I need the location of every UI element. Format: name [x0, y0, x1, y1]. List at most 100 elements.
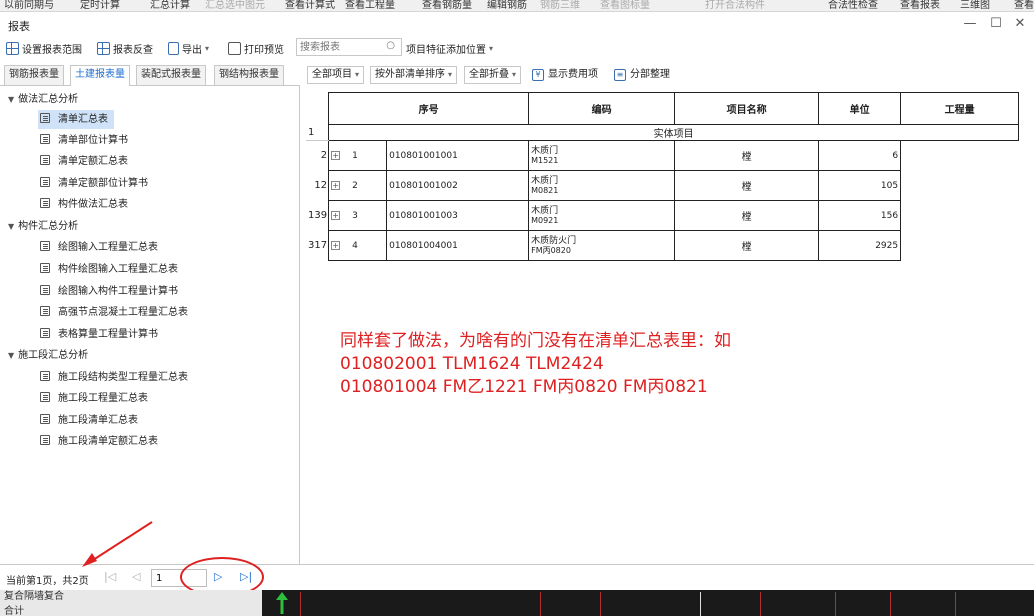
table-row[interactable]: 139 +3 010801001003 木质门 M0921 樘 156 [306, 200, 1019, 231]
expand-icon[interactable]: + [331, 240, 341, 250]
seq-cell: 1 [352, 150, 358, 161]
tree-item[interactable]: 表格算量工程量计算书 [38, 325, 164, 344]
name-cell: 木质防火门 FM丙0820 [528, 230, 676, 261]
tree-item-label: 绘图输入工程量汇总表 [58, 242, 158, 253]
report-icon [40, 328, 50, 338]
toolbar-item[interactable]: 查看工程量 [345, 0, 395, 11]
tree-item[interactable]: 清单部位计算书 [38, 131, 134, 150]
search-icon[interactable]: ○ [386, 40, 395, 51]
tree-item-label: 清单汇总表 [58, 114, 108, 125]
toolbar-item[interactable]: 查看 [1014, 0, 1034, 11]
tree-item-label: 清单定额汇总表 [58, 156, 128, 167]
tree-item[interactable]: 施工段工程量汇总表 [38, 389, 154, 408]
toolbar-item[interactable]: 合法性检查 [828, 0, 878, 11]
expand-cell[interactable]: +1 [328, 140, 387, 171]
report-search: ○ [296, 38, 402, 56]
minimize-icon[interactable]: — [960, 15, 980, 33]
search-input[interactable] [297, 39, 381, 55]
tree-item[interactable]: 绘图输入工程量汇总表 [38, 238, 164, 257]
show-fee-button[interactable]: ¥ 显示费用项 [532, 66, 598, 84]
report-tree: ▼ 做法汇总分析 清单汇总表 清单部位计算书 清单定额汇总表 清单定额部位计算书 … [0, 86, 300, 564]
tree-item[interactable]: 施工段清单汇总表 [38, 411, 144, 430]
toolbar-item[interactable]: 汇总选中图元 [205, 0, 265, 11]
tree-group-section-summary[interactable]: ▼ 施工段汇总分析 [8, 346, 88, 365]
group-label: 施工段汇总分析 [18, 350, 89, 361]
all-items-dropdown[interactable]: 全部项目 ▾ [307, 66, 365, 84]
table-icon [97, 41, 110, 55]
expand-icon[interactable]: + [331, 150, 341, 160]
tree-group-component-summary[interactable]: ▼ 构件汇总分析 [8, 217, 78, 236]
report-filter-bar: 全部项目 ▾ 按外部清单排序 ▾ 全部折叠 ▾ ¥ 显示费用项 ≡ 分部整理 [302, 62, 1034, 86]
split-org-button[interactable]: ≡ 分部整理 [614, 66, 670, 84]
app-toolbar-strip: 以前同期与 定时计算 汇总计算 汇总选中图元 查看计算式 查看工程量 查看钢筋量… [0, 0, 1034, 12]
print-preview-label: 打印预览 [244, 44, 284, 56]
chevron-down-icon: ▾ [448, 70, 453, 79]
tree-item[interactable]: 高强节点混凝土工程量汇总表 [38, 303, 194, 322]
sort-dropdown[interactable]: 按外部清单排序 ▾ [370, 66, 458, 84]
tree-item[interactable]: 绘图输入构件工程量计算书 [38, 282, 184, 301]
fold-dropdown[interactable]: 全部折叠 ▾ [464, 66, 522, 84]
report-icon [40, 435, 50, 445]
report-view: 序号 编码 项目名称 单位 工程量 1 实体项目 2 +1 0108010010… [302, 86, 1034, 564]
name-cell: 木质门 M0921 [528, 200, 676, 231]
tree-item-label: 高强节点混凝土工程量汇总表 [58, 307, 188, 318]
window-title: 报表 [8, 20, 30, 33]
tree-item[interactable]: 清单定额汇总表 [38, 152, 134, 171]
toolbar-item[interactable]: 查看报表 [900, 0, 940, 11]
tab-rebar-report[interactable]: 钢筋报表量 [4, 65, 64, 85]
tree-item-label: 施工段清单汇总表 [58, 415, 138, 426]
table-row[interactable]: 12 +2 010801001002 木质门 M0821 樘 105 [306, 170, 1019, 201]
toolbar-item[interactable]: 钢筋三维 [540, 0, 580, 11]
report-icon [40, 414, 50, 424]
row-number: 139 [306, 200, 330, 231]
set-range-label: 设置报表范围 [22, 44, 82, 56]
dropdown-label: 按外部清单排序 [375, 69, 445, 80]
set-range-button[interactable]: 设置报表范围 [6, 40, 82, 56]
chevron-down-icon: ▾ [489, 43, 494, 53]
first-page-icon[interactable]: |◁ [104, 570, 116, 583]
tree-item[interactable]: 构件做法汇总表 [38, 195, 134, 214]
fee-icon: ¥ [532, 69, 544, 81]
toolbar-item[interactable]: 打开合法构件 [705, 0, 765, 11]
expand-cell[interactable]: +4 [328, 230, 387, 261]
export-button[interactable]: 导出 ▾ [168, 40, 209, 56]
print-preview-button[interactable]: 打印预览 [228, 40, 284, 56]
report-check-label: 报表反查 [113, 44, 153, 56]
report-check-button[interactable]: 报表反查 [97, 40, 153, 56]
prev-page-icon[interactable]: ◁ [132, 570, 140, 583]
feature-position-label: 项目特征添加位置 [406, 44, 486, 56]
grid-line [540, 592, 541, 616]
close-icon[interactable]: ✕ [1010, 15, 1030, 33]
button-label: 显示费用项 [548, 69, 598, 80]
toolbar-item[interactable]: 查看钢筋量 [422, 0, 472, 11]
tab-steel-report[interactable]: 钢结构报表量 [214, 65, 284, 85]
tree-item-bill-summary[interactable]: 清单汇总表 [38, 110, 114, 129]
maximize-icon[interactable]: ☐ [986, 15, 1006, 33]
toolbar-item[interactable]: 汇总计算 [150, 0, 190, 11]
tree-item[interactable]: 施工段结构类型工程量汇总表 [38, 368, 194, 387]
unit-cell: 樘 [674, 140, 820, 171]
report-icon [40, 263, 50, 273]
toolbar-item[interactable]: 定时计算 [80, 0, 120, 11]
toolbar-item[interactable]: 查看图标量 [600, 0, 650, 11]
grid-line [600, 592, 601, 616]
tree-group-method-summary[interactable]: ▼ 做法汇总分析 [8, 90, 78, 109]
tree-item[interactable]: 构件绘图输入工程量汇总表 [38, 260, 184, 279]
tab-prefab-report[interactable]: 装配式报表量 [136, 65, 206, 85]
expand-icon[interactable]: + [331, 210, 341, 220]
expand-cell[interactable]: +2 [328, 170, 387, 201]
toolbar-item[interactable]: 以前同期与 [4, 0, 54, 11]
feature-position-dropdown[interactable]: 项目特征添加位置 ▾ [406, 40, 493, 56]
tab-civil-report[interactable]: 土建报表量 [70, 65, 130, 86]
tree-item[interactable]: 清单定额部位计算书 [38, 174, 154, 193]
table-row[interactable]: 317 +4 010801004001 木质防火门 FM丙0820 樘 2925 [306, 230, 1019, 261]
expand-cell[interactable]: +3 [328, 200, 387, 231]
toolbar-item[interactable]: 三维图 [960, 0, 990, 11]
table-row[interactable]: 2 +1 010801001001 木质门 M1521 樘 6 [306, 140, 1019, 171]
tree-item[interactable]: 施工段清单定额汇总表 [38, 432, 164, 451]
unit-cell: 樘 [674, 230, 820, 261]
expand-icon[interactable]: + [331, 180, 341, 190]
toolbar-item[interactable]: 编辑钢筋 [487, 0, 527, 11]
toolbar-item[interactable]: 查看计算式 [285, 0, 335, 11]
grid-line [955, 592, 956, 616]
